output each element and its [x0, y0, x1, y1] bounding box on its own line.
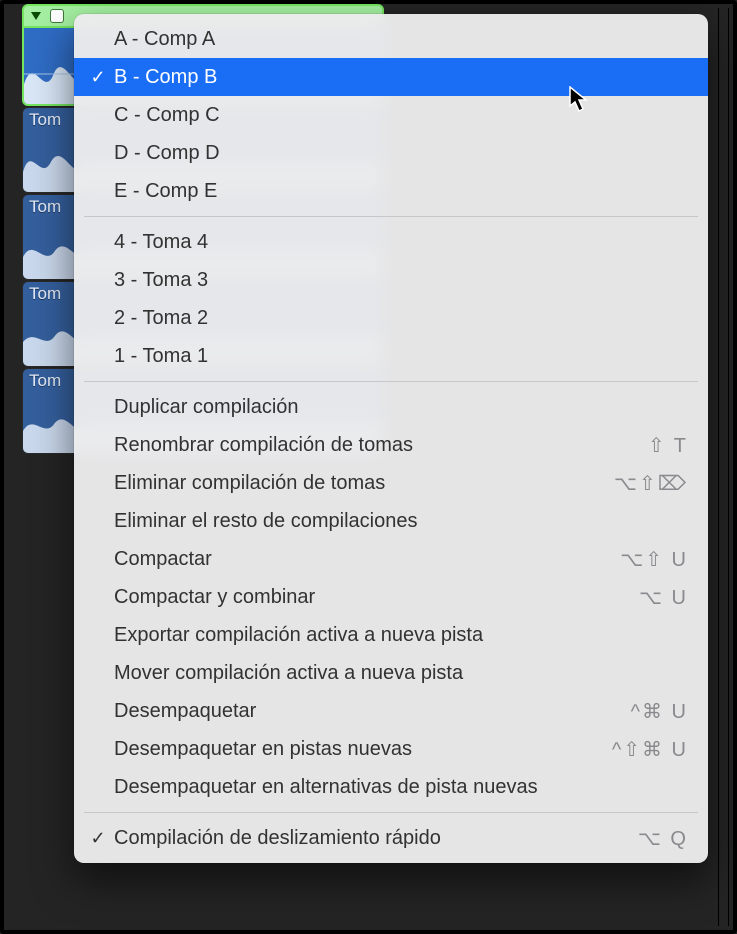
menu-item-comp-e[interactable]: E - Comp E [74, 172, 708, 210]
menu-separator [84, 812, 698, 813]
disclosure-triangle-icon[interactable] [28, 8, 44, 24]
menu-separator [84, 381, 698, 382]
menu-item-label: 3 - Toma 3 [114, 269, 688, 292]
menu-item-label: B - Comp B [114, 66, 688, 89]
menu-item-label: Compilación de deslizamiento rápido [114, 827, 626, 850]
menu-item-label: Desempaquetar en pistas nuevas [114, 738, 600, 761]
menu-item-take-4[interactable]: 4 - Toma 4 [74, 223, 708, 261]
take-lane-label: Tom [29, 197, 61, 217]
menu-item-comp-a[interactable]: A - Comp A [74, 20, 708, 58]
menu-item-label: 2 - Toma 2 [114, 307, 688, 330]
menu-item-label: Renombrar compilación de tomas [114, 434, 636, 457]
menu-item-shortcut: ⌥ U [639, 585, 688, 610]
menu-item-flatten-merge[interactable]: Compactar y combinar ⌥ U [74, 578, 708, 616]
menu-item-label: E - Comp E [114, 180, 688, 203]
menu-item-take-2[interactable]: 2 - Toma 2 [74, 299, 708, 337]
menu-item-move-active-comp[interactable]: Mover compilación activa a nueva pista [74, 654, 708, 692]
menu-item-label: Mover compilación activa a nueva pista [114, 662, 676, 685]
menu-item-label: C - Comp C [114, 104, 688, 127]
menu-item-label: Eliminar el resto de compilaciones [114, 510, 676, 533]
menu-item-shortcut: ⌥⇧⌦ [614, 471, 688, 496]
menu-item-comp-d[interactable]: D - Comp D [74, 134, 708, 172]
take-lane-label: Tom [29, 110, 61, 130]
menu-item-delete-comp[interactable]: Eliminar compilación de tomas ⌥⇧⌦ [74, 464, 708, 502]
check-icon: ✓ [88, 67, 108, 88]
menu-item-shortcut: ^⌘ U [631, 699, 688, 724]
menu-item-shortcut: ⌥ Q [638, 826, 688, 851]
menu-item-take-3[interactable]: 3 - Toma 3 [74, 261, 708, 299]
menu-item-rename-comp[interactable]: Renombrar compilación de tomas ⇧ T [74, 426, 708, 464]
menu-item-comp-b[interactable]: ✓ B - Comp B [74, 58, 708, 96]
menu-item-delete-other-comps[interactable]: Eliminar el resto de compilaciones [74, 502, 708, 540]
menu-separator [84, 216, 698, 217]
menu-item-label: 1 - Toma 1 [114, 345, 688, 368]
menu-item-shortcut: ⇧ T [648, 433, 688, 458]
menu-item-label: 4 - Toma 4 [114, 231, 688, 254]
menu-item-shortcut: ⌥⇧ U [620, 547, 688, 572]
check-icon: ✓ [88, 828, 108, 849]
menu-item-duplicate-comp[interactable]: Duplicar compilación [74, 388, 708, 426]
menu-item-label: Duplicar compilación [114, 396, 676, 419]
menu-item-label: A - Comp A [114, 28, 688, 51]
menu-item-quick-swipe-comping[interactable]: ✓ Compilación de deslizamiento rápido ⌥ … [74, 819, 708, 857]
menu-item-label: Exportar compilación activa a nueva pist… [114, 624, 676, 647]
menu-item-unpack-new-tracks[interactable]: Desempaquetar en pistas nuevas ^⇧⌘ U [74, 730, 708, 768]
take-folder-title-stub [50, 9, 64, 23]
menu-item-take-1[interactable]: 1 - Toma 1 [74, 337, 708, 375]
menu-item-label: D - Comp D [114, 142, 688, 165]
menu-item-label: Eliminar compilación de tomas [114, 472, 602, 495]
menu-item-unpack[interactable]: Desempaquetar ^⌘ U [74, 692, 708, 730]
menu-item-comp-c[interactable]: C - Comp C [74, 96, 708, 134]
menu-item-export-active-comp[interactable]: Exportar compilación activa a nueva pist… [74, 616, 708, 654]
take-lane-label: Tom [29, 371, 61, 391]
menu-item-unpack-new-alternatives[interactable]: Desempaquetar en alternativas de pista n… [74, 768, 708, 806]
take-lane-label: Tom [29, 284, 61, 304]
menu-item-label: Desempaquetar [114, 700, 619, 723]
menu-item-shortcut: ^⇧⌘ U [612, 737, 688, 762]
menu-item-label: Compactar [114, 548, 608, 571]
menu-item-label: Desempaquetar en alternativas de pista n… [114, 776, 676, 799]
menu-item-flatten[interactable]: Compactar ⌥⇧ U [74, 540, 708, 578]
take-folder-context-menu: A - Comp A ✓ B - Comp B C - Comp C D - C… [74, 14, 708, 863]
menu-item-label: Compactar y combinar [114, 586, 627, 609]
